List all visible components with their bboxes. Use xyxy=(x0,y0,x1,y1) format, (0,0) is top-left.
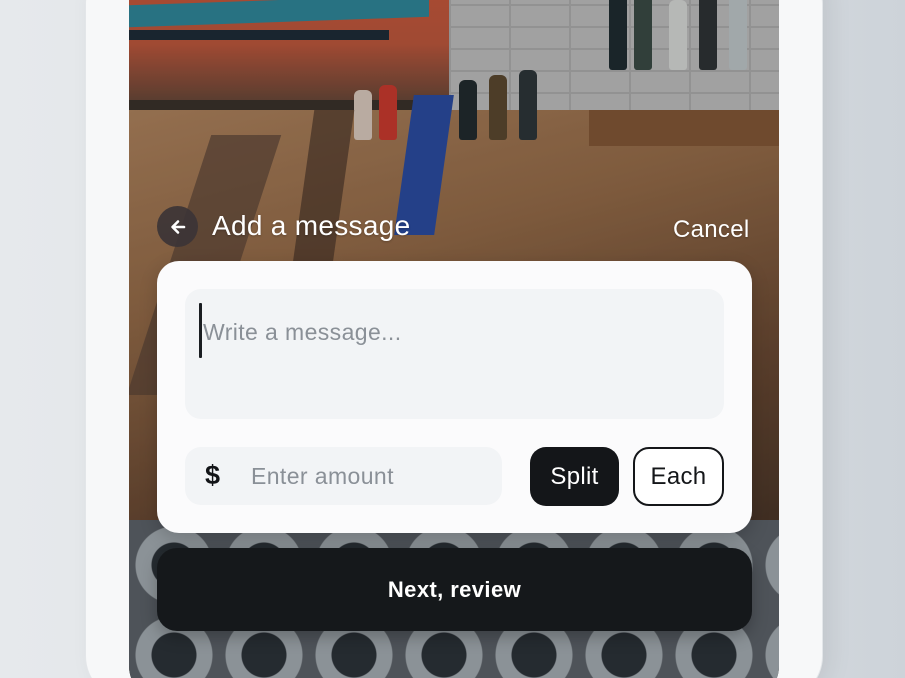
message-card: Write a message... $ Enter amount Split … xyxy=(157,261,752,533)
page-title: Add a message xyxy=(212,210,411,241)
next-review-button[interactable]: Next, review xyxy=(157,548,752,631)
back-button[interactable] xyxy=(157,206,198,247)
arrow-left-icon xyxy=(170,219,185,234)
cancel-button[interactable]: Cancel xyxy=(673,216,750,244)
amount-input[interactable]: $ Enter amount xyxy=(185,447,502,505)
dollar-icon: $ xyxy=(205,460,221,490)
app-stage: Add a message Cancel Write a message... … xyxy=(0,0,905,678)
message-placeholder: Write a message... xyxy=(203,319,402,345)
split-button[interactable]: Split xyxy=(530,447,619,506)
text-caret xyxy=(199,303,202,358)
each-button[interactable]: Each xyxy=(633,447,724,506)
message-input[interactable]: Write a message... xyxy=(185,289,724,419)
amount-placeholder: Enter amount xyxy=(251,463,394,489)
